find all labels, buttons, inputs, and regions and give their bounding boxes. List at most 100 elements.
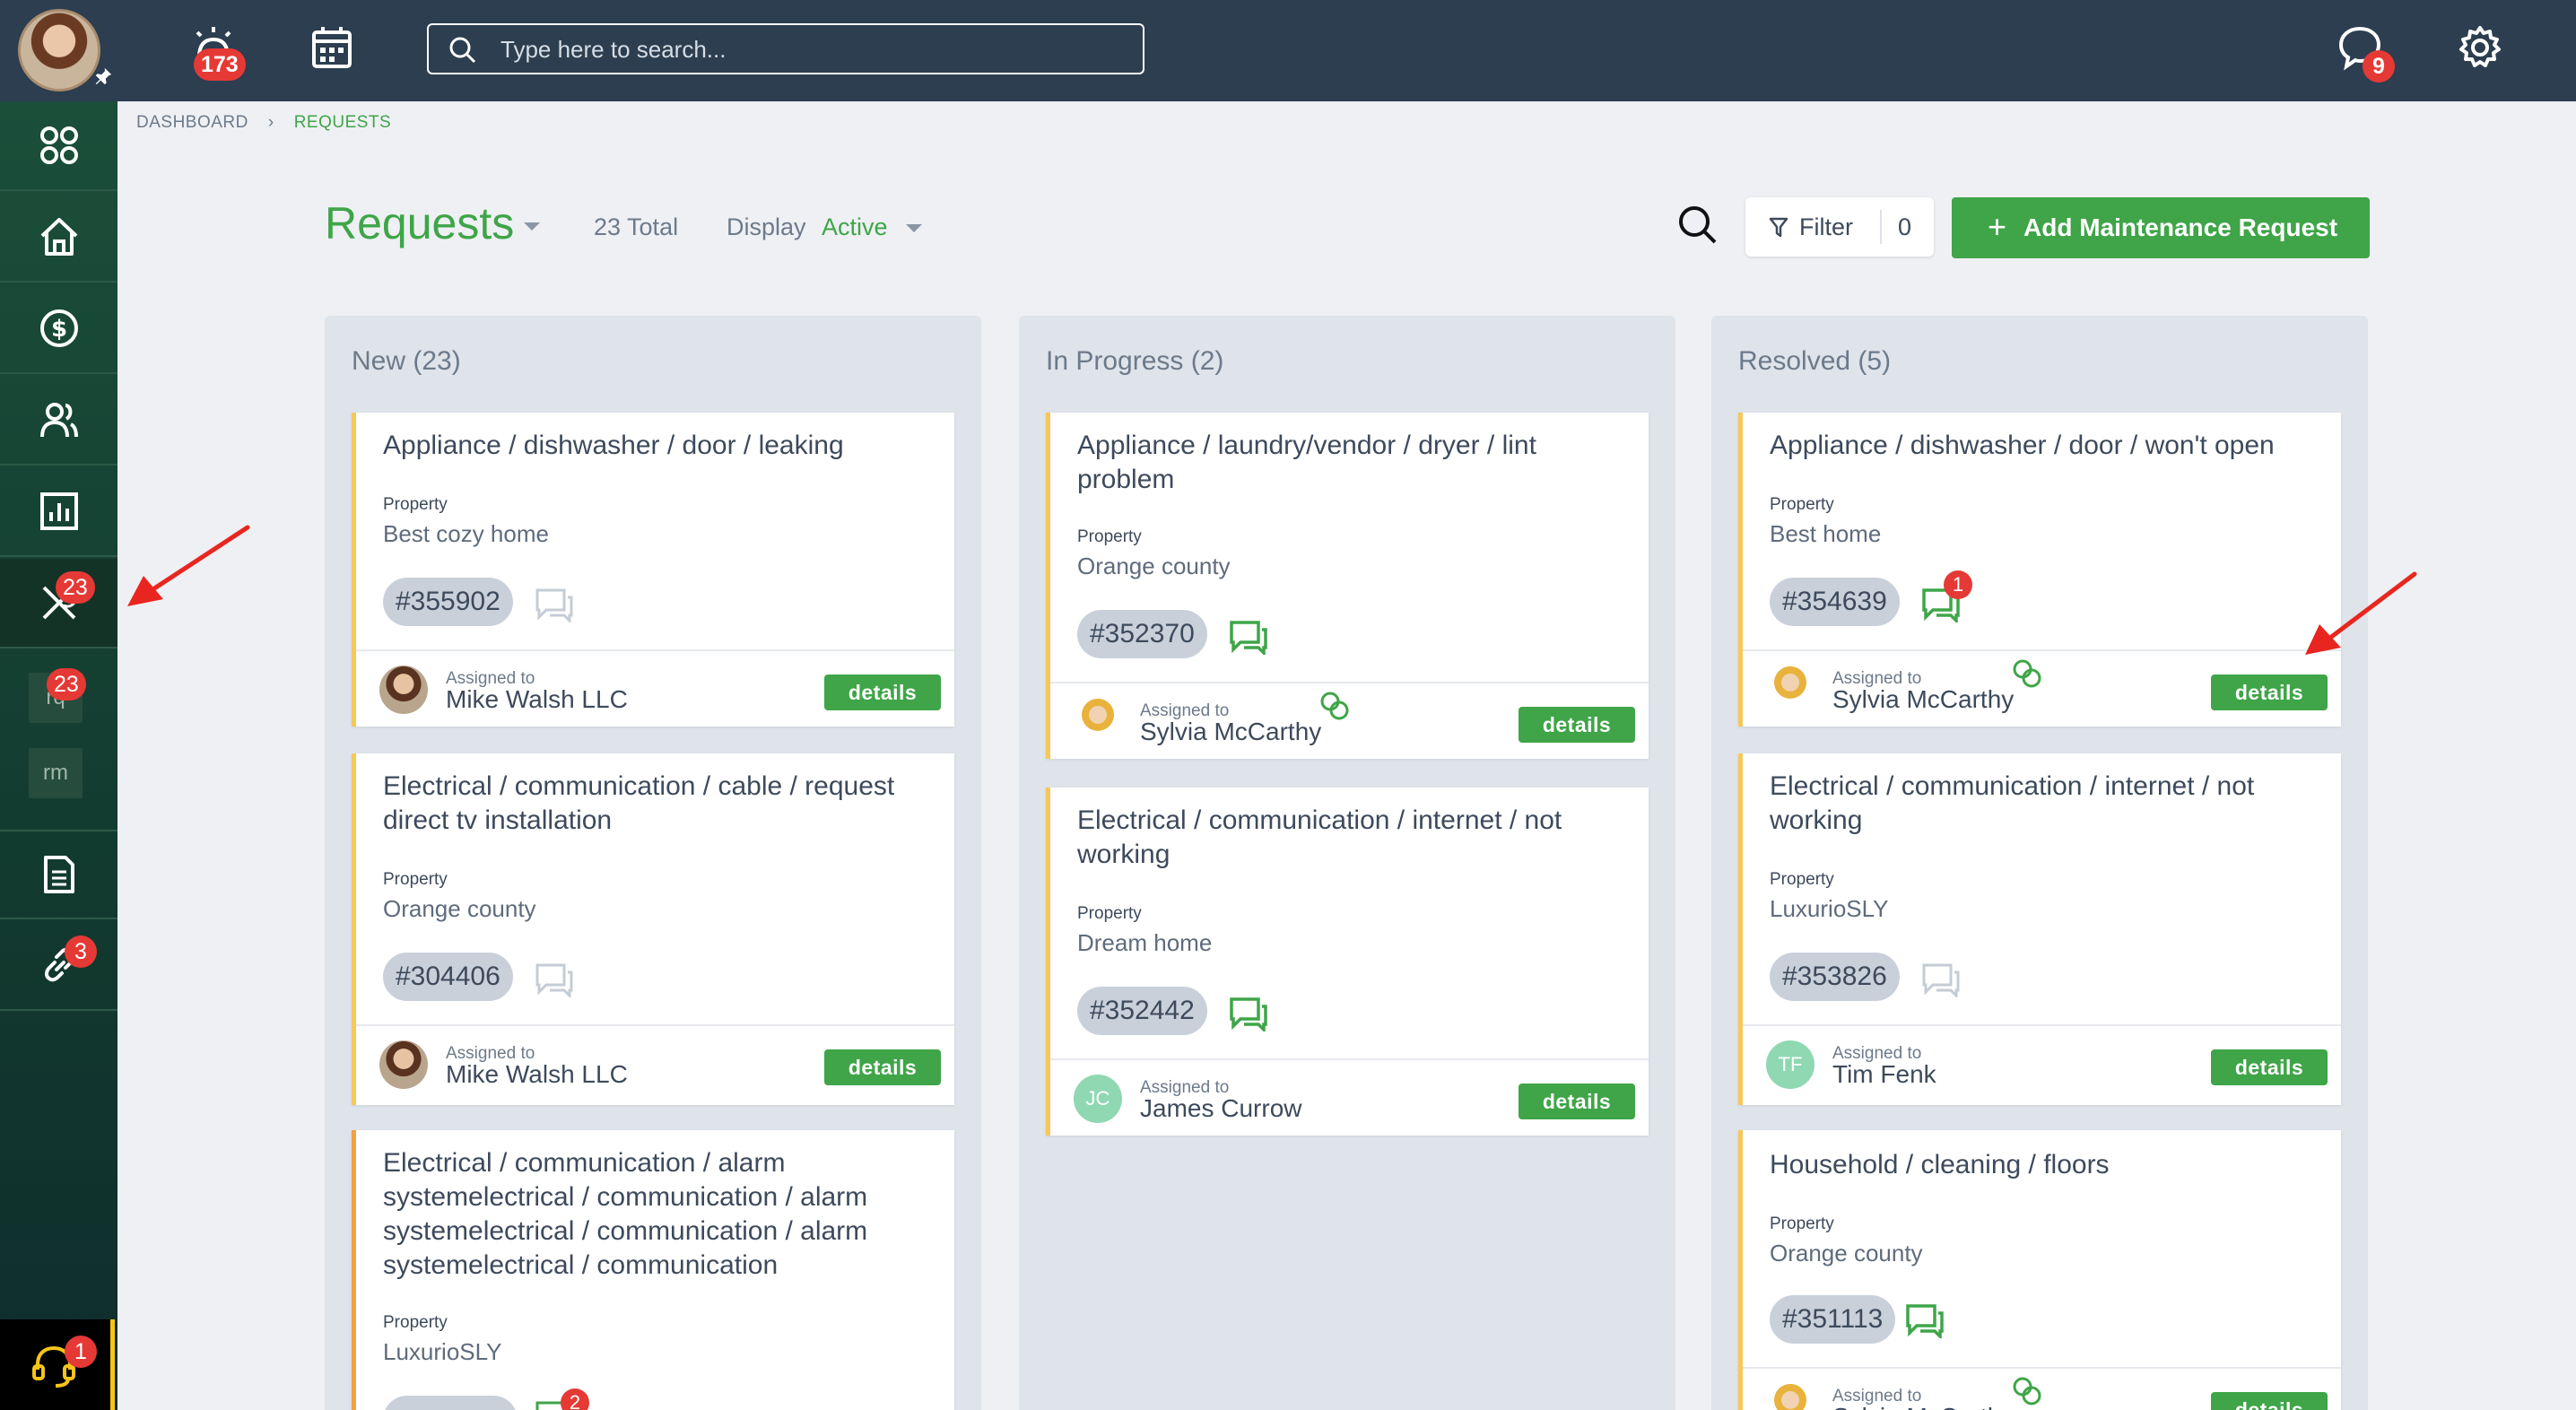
property-name: Best cozy home [383, 520, 549, 547]
svg-text:$: $ [50, 316, 66, 343]
linked-icon [2013, 659, 2041, 688]
filter-divider [1880, 210, 1882, 244]
request-title[interactable]: Household / cleaning / floors [1770, 1148, 2326, 1182]
search-input[interactable] [500, 32, 1128, 66]
comments-icon[interactable] [534, 587, 575, 622]
details-button[interactable]: details [824, 1049, 941, 1085]
comments-icon[interactable] [1920, 962, 1962, 997]
details-button[interactable]: details [1519, 707, 1635, 743]
request-title[interactable]: Appliance / dishwasher / door / leaking [383, 429, 939, 463]
ticket-number: #352442 [1077, 987, 1207, 1035]
sidebar-item-rm[interactable]: rm [29, 748, 83, 798]
column-title: Resolved (5) [1738, 346, 1892, 376]
request-card[interactable]: Appliance / dishwasher / door / leaking … [352, 413, 954, 727]
title-chevron-down-icon[interactable] [524, 222, 540, 231]
assignee-name: Sylvia McCarthy [1140, 718, 1322, 745]
ticket-number: #355902 [383, 578, 513, 626]
comments-icon[interactable] [1228, 996, 1269, 1031]
filter-label: Filter [1799, 213, 1853, 240]
pin-icon [95, 67, 112, 85]
request-title[interactable]: Appliance / laundry/vendor / dryer / lin… [1077, 429, 1633, 497]
linked-icon [1320, 692, 1349, 720]
property-label: Property [1770, 870, 1834, 889]
assignee-name: Tim Fenk [1832, 1060, 1936, 1088]
property-name: LuxurioSLY [383, 1338, 502, 1365]
annotation-arrow-sidebar [127, 525, 250, 606]
global-search [427, 23, 1144, 74]
request-card[interactable]: Appliance / dishwasher / door / won't op… [1738, 413, 2341, 727]
property-name: Orange county [1077, 553, 1231, 579]
ticket-number: #353826 [1770, 953, 1900, 1001]
settings-gear-icon[interactable] [2456, 23, 2504, 72]
sidebar-item-apps[interactable] [0, 101, 117, 191]
card-footer: JC Assigned to James Currow details [1050, 1058, 1649, 1136]
request-card[interactable]: Electrical / communication / internet / … [1738, 753, 2341, 1105]
property-label: Property [383, 1313, 448, 1332]
ticket-number: #354639 [1770, 578, 1900, 626]
sidebar-item-home[interactable] [0, 193, 117, 283]
request-title[interactable]: Electrical / communication / alarm syste… [383, 1146, 939, 1283]
sidebar-item-links[interactable] [0, 921, 117, 1011]
assignee-name: Mike Walsh LLC [446, 1060, 628, 1088]
calendar-icon[interactable] [305, 22, 359, 75]
card-footer: Assigned to Sylvia McCarthy details [1743, 1367, 2341, 1410]
property-label: Property [383, 870, 448, 889]
assignee-initials-avatar: TF [1766, 1040, 1815, 1089]
comments-count-badge: 1 [1944, 570, 1972, 599]
card-footer: Assigned to Mike Walsh LLC details [356, 649, 954, 727]
details-button[interactable]: details [2211, 675, 2328, 710]
request-title[interactable]: Appliance / dishwasher / door / won't op… [1770, 429, 2326, 463]
help-count-badge: 1 [65, 1336, 97, 1368]
home-icon [40, 218, 77, 256]
details-button[interactable]: details [2211, 1049, 2328, 1085]
details-button[interactable]: details [1519, 1084, 1635, 1119]
comments-icon[interactable] [1228, 619, 1269, 655]
linked-icon [2013, 1377, 2041, 1406]
display-select[interactable]: Active [822, 213, 888, 241]
sidebar-item-finance[interactable]: $ [0, 284, 117, 374]
filter-button[interactable]: Filter 0 [1745, 197, 1934, 257]
notifications-badge: 173 [194, 48, 246, 81]
assignee-avatar [1074, 698, 1122, 746]
breadcrumb-dashboard[interactable]: DASHBOARD [136, 113, 248, 132]
comments-icon[interactable] [534, 962, 575, 997]
search-icon[interactable] [1675, 203, 1720, 248]
request-title[interactable]: Electrical / communication / internet / … [1077, 804, 1633, 872]
user-avatar[interactable] [18, 9, 100, 91]
property-name: LuxurioSLY [1770, 895, 1889, 922]
property-label: Property [1077, 527, 1142, 546]
property-name: Best home [1770, 520, 1882, 547]
display-chevron-down-icon[interactable] [906, 224, 922, 232]
page-title[interactable]: Requests [325, 197, 514, 249]
property-label: Property [1077, 904, 1142, 923]
comments-icon[interactable] [1904, 1302, 1945, 1338]
bar-chart-icon [39, 492, 78, 530]
details-button[interactable]: details [2211, 1392, 2328, 1410]
request-card[interactable]: Electrical / communication / cable / req… [352, 753, 954, 1105]
sidebar-item-maintenance[interactable] [0, 559, 117, 648]
request-card[interactable]: Electrical / communication / internet / … [1046, 788, 1649, 1136]
request-title[interactable]: Electrical / communication / internet / … [1770, 770, 2326, 838]
column-resolved: Resolved (5) Appliance / dishwasher / do… [1711, 316, 2368, 1410]
add-request-label: Add Maintenance Request [2023, 213, 2338, 241]
ticket-number: #352370 [1077, 610, 1207, 658]
sidebar-item-documents[interactable] [0, 830, 117, 919]
column-title: In Progress (2) [1046, 346, 1224, 376]
request-title[interactable]: Electrical / communication / cable / req… [383, 770, 939, 838]
grid-icon [39, 126, 78, 164]
rq-count-badge: 23 [47, 668, 86, 701]
maintenance-count-badge: 23 [56, 571, 95, 604]
assignee-initials-avatar: JC [1074, 1075, 1122, 1123]
request-card[interactable]: Appliance / laundry/vendor / dryer / lin… [1046, 413, 1649, 759]
request-card[interactable]: Electrical / communication / alarm syste… [352, 1130, 954, 1410]
top-bar: 173 9 [0, 0, 2576, 101]
request-card[interactable]: Household / cleaning / floors Property O… [1738, 1130, 2341, 1410]
details-button[interactable]: details [824, 675, 941, 710]
sidebar-item-people[interactable] [0, 376, 117, 466]
assignee-name: Sylvia McCarthy [1832, 685, 2015, 713]
breadcrumb-current: REQUESTS [293, 113, 392, 132]
add-maintenance-request-button[interactable]: + Add Maintenance Request [1952, 197, 2370, 258]
help-support-button[interactable]: 1 [0, 1319, 115, 1410]
sidebar-item-reports[interactable] [0, 467, 117, 557]
plus-icon: + [1988, 208, 2007, 245]
